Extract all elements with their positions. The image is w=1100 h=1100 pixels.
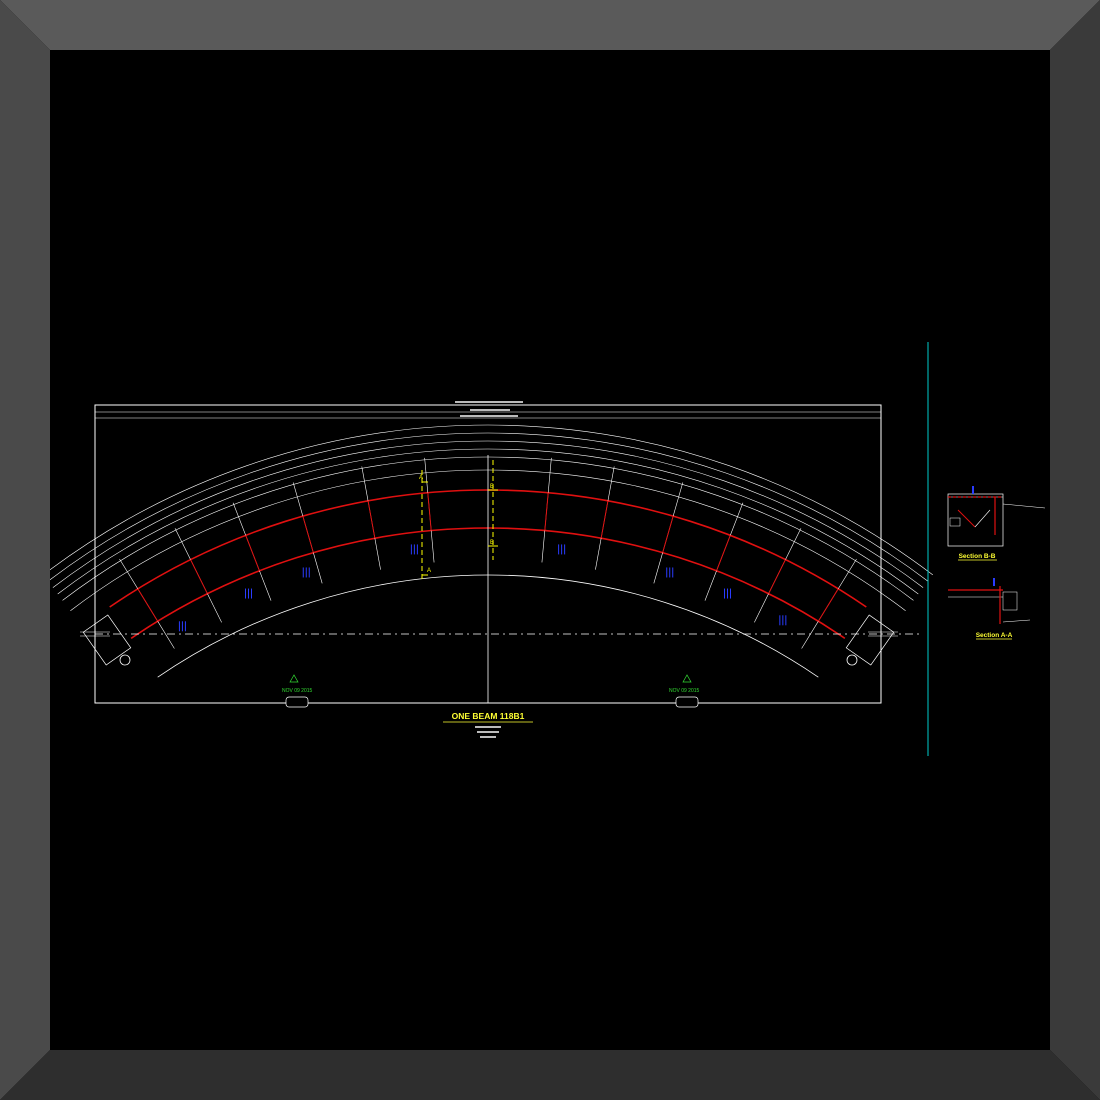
header-note-3 [460, 415, 518, 417]
dimension-arc-2 [47, 432, 929, 582]
revision-marker-left: NOV 09 2015 [282, 674, 313, 708]
right-end-connection [845, 614, 898, 666]
stiffener-marks [178, 544, 787, 632]
web-stiffener [817, 588, 839, 622]
section-b-title: Section B-B [959, 553, 996, 560]
drawing-canvas[interactable]: A A B B NOV 09 2015 NOV 09 2015 ONE BEAM… [43, 50, 1050, 1050]
web-stiffener [716, 535, 731, 571]
web-stiffener [768, 559, 786, 594]
cut-label-a-top: A [419, 475, 423, 481]
revision-marker-right: NOV 09 2015 [669, 674, 700, 708]
dimension-arc-1 [43, 424, 933, 576]
revision-triangle-icon [682, 674, 692, 683]
web-stiffener [600, 500, 609, 539]
web-stiffener [544, 492, 549, 531]
web-stiffener [367, 500, 376, 539]
stud-mark [723, 588, 731, 599]
drawing-title: ONE BEAM 118B1 [452, 711, 525, 721]
web-stiffener [190, 559, 208, 594]
cut-label-b-bottom: B [490, 540, 494, 546]
stud-mark [302, 567, 310, 578]
section-a-title: Section A-A [976, 632, 1013, 639]
section-cut-a[interactable]: A A [419, 470, 431, 580]
cut-label-b-top: B [490, 484, 494, 490]
section-cut-b[interactable]: B B [488, 460, 498, 560]
header-note-2 [470, 409, 510, 411]
web-stiffener [662, 515, 674, 553]
stud-mark [666, 567, 674, 578]
stud-mark [245, 588, 253, 599]
header-note-1 [455, 401, 523, 403]
beam-arcs [43, 424, 933, 678]
stud-mark [779, 615, 787, 626]
cad-drawing: A A B B NOV 09 2015 NOV 09 2015 ONE BEAM… [43, 342, 1046, 756]
section-b-detail[interactable]: Section B-B [947, 486, 1046, 561]
section-a-detail[interactable]: Section A-A [948, 578, 1031, 640]
stud-mark [410, 544, 418, 555]
cut-label-a-bottom: A [427, 568, 431, 574]
web-stiffener [245, 535, 260, 571]
revision-triangle-icon [289, 674, 299, 683]
web-stiffener [137, 588, 159, 622]
web-stiffener [302, 515, 314, 553]
revision-note-right: NOV 09 2015 [669, 688, 700, 694]
left-end-connection [80, 614, 132, 666]
stud-mark [558, 544, 566, 555]
web-stiffener [427, 492, 432, 531]
drawing-title-block: ONE BEAM 118B1 [443, 711, 533, 738]
revision-note-left: NOV 09 2015 [282, 688, 313, 694]
stud-mark [178, 621, 186, 632]
